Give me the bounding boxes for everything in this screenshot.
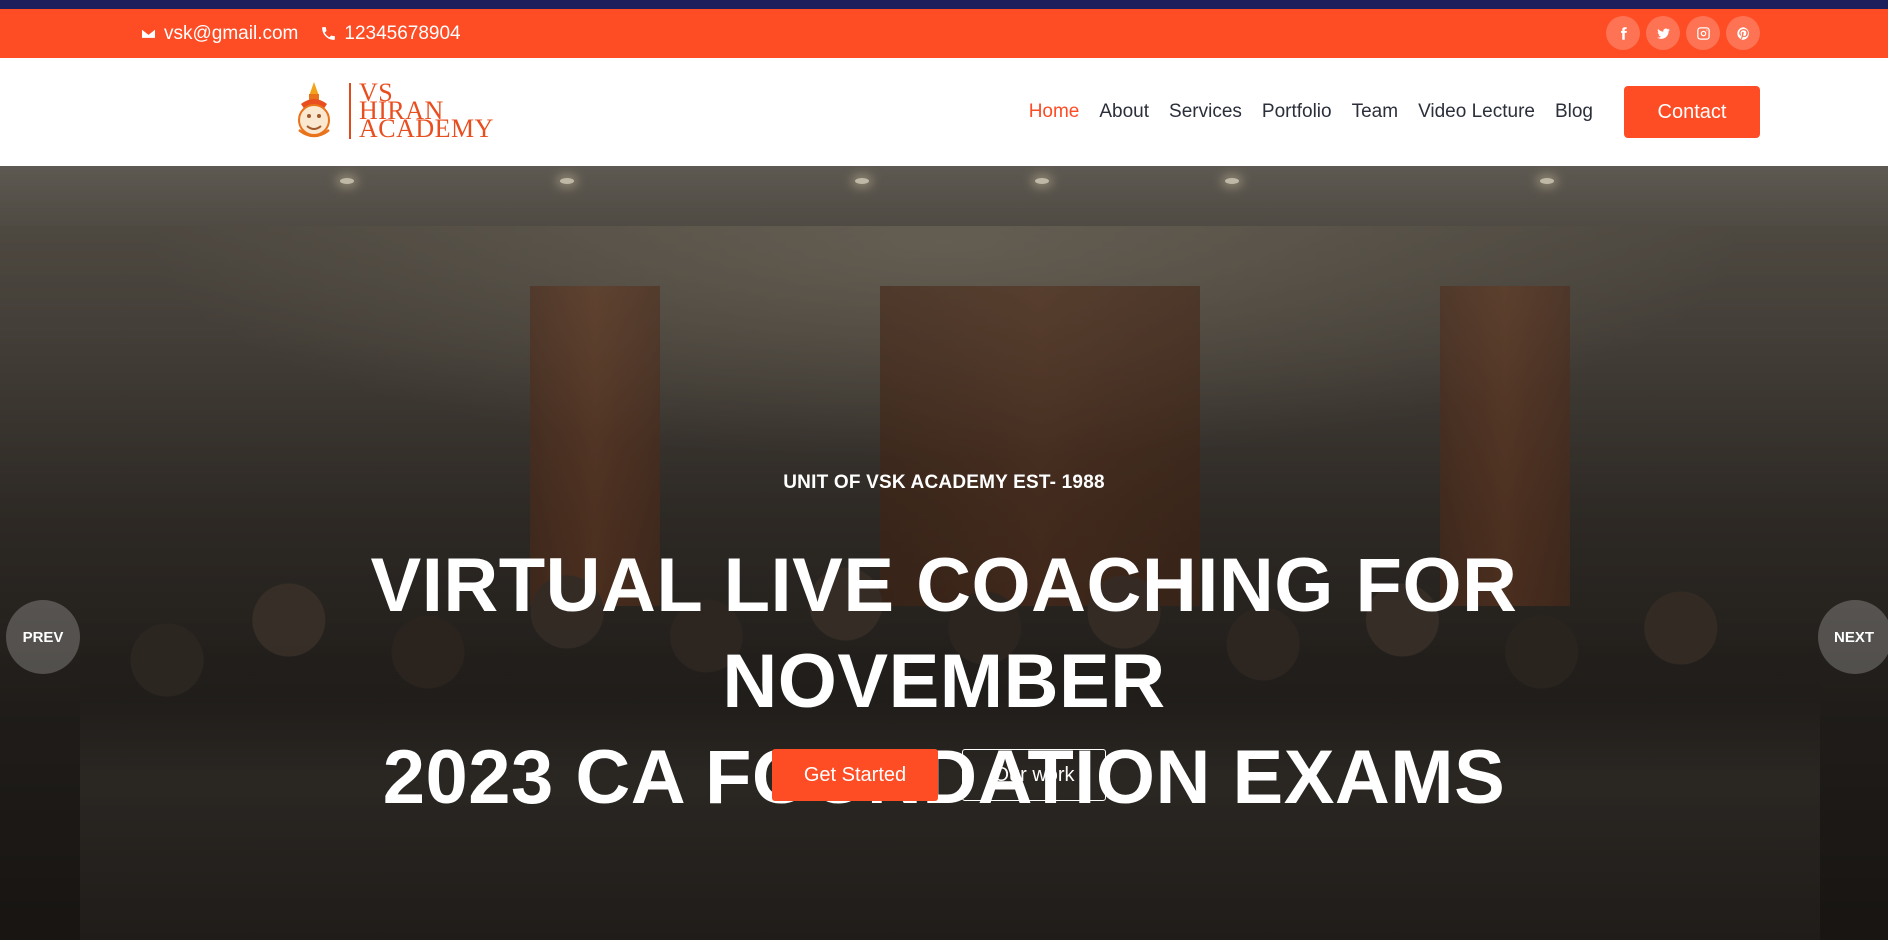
site-header: VS HIRAN ACADEMY Home About Services Por… <box>0 58 1888 166</box>
instagram-icon <box>1696 26 1710 40</box>
top-strip <box>0 0 1888 9</box>
phone-icon <box>322 27 336 40</box>
email-text: vsk@gmail.com <box>164 22 299 44</box>
phone-item[interactable]: 12345678904 <box>320 22 461 45</box>
logo-divider <box>349 83 351 139</box>
logo-wordmark: VS HIRAN ACADEMY <box>359 80 494 143</box>
contact-info: vsk@gmail.com 12345678904 <box>140 9 461 58</box>
hero-cta-group: Get Started Our work <box>0 749 1888 801</box>
hero-headline-line-1: VIRTUAL LIVE COACHING FOR NOVEMBER <box>370 543 1518 724</box>
hero-slider: UNIT OF VSK ACADEMY EST- 1988 VIRTUAL LI… <box>0 166 1888 940</box>
phone-text: 12345678904 <box>344 22 461 44</box>
email-item[interactable]: vsk@gmail.com <box>140 23 298 45</box>
nav-blog[interactable]: Blog <box>1555 101 1593 123</box>
pinterest-link[interactable] <box>1726 16 1760 50</box>
nav-services[interactable]: Services <box>1169 101 1242 123</box>
nav-home[interactable]: Home <box>1029 101 1080 123</box>
slider-prev-button[interactable]: PREV <box>6 600 80 674</box>
our-work-button[interactable]: Our work <box>962 749 1106 801</box>
facebook-link[interactable] <box>1606 16 1640 50</box>
top-contact-bar: vsk@gmail.com 12345678904 <box>0 9 1888 58</box>
nav-about[interactable]: About <box>1099 101 1149 123</box>
twitter-icon <box>1656 27 1670 39</box>
twitter-link[interactable] <box>1646 16 1680 50</box>
site-logo[interactable]: VS HIRAN ACADEMY <box>293 80 494 142</box>
facebook-icon <box>1620 26 1627 40</box>
pinterest-icon <box>1736 26 1749 40</box>
contact-button[interactable]: Contact <box>1624 86 1760 138</box>
academy-emblem-icon <box>298 82 330 138</box>
social-links <box>1606 16 1760 50</box>
logo-line-3: ACADEMY <box>359 114 494 143</box>
instagram-link[interactable] <box>1686 16 1720 50</box>
main-nav: Home About Services Portfolio Team Video… <box>1029 58 1593 166</box>
hero-content: UNIT OF VSK ACADEMY EST- 1988 VIRTUAL LI… <box>0 166 1888 940</box>
nav-portfolio[interactable]: Portfolio <box>1262 101 1332 123</box>
nav-video-lecture[interactable]: Video Lecture <box>1418 101 1535 123</box>
get-started-button[interactable]: Get Started <box>772 749 938 801</box>
slider-next-button[interactable]: NEXT <box>1818 600 1888 674</box>
envelope-icon <box>140 27 157 40</box>
nav-team[interactable]: Team <box>1352 101 1398 123</box>
hero-eyebrow: UNIT OF VSK ACADEMY EST- 1988 <box>783 472 1105 493</box>
